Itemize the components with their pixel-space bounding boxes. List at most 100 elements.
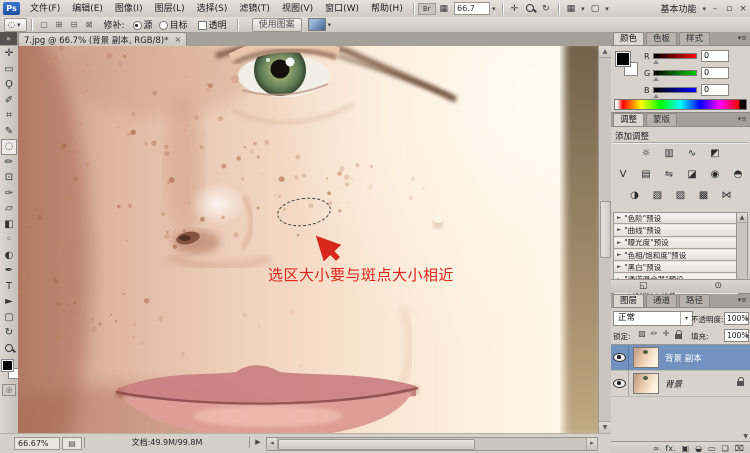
preset-exposure[interactable]: ► "曝光度"预设 (614, 237, 738, 249)
lock-pixels-icon[interactable]: ✏ (649, 329, 659, 338)
vertical-scrollbar-thumb[interactable] (600, 201, 611, 258)
intersect-selection-icon[interactable]: ⊠ (83, 18, 96, 31)
blue-value-input[interactable]: 0 (701, 84, 729, 96)
toggle-visibility-icon[interactable]: ⊙ (714, 281, 722, 291)
eraser-tool[interactable]: ▱ (1, 201, 17, 217)
layer-thumbnail[interactable] (633, 347, 659, 368)
scroll-down-icon[interactable]: ▼ (599, 421, 611, 433)
source-radio-label[interactable]: 源 (144, 18, 153, 31)
marquee-tool[interactable]: ▭ (1, 62, 17, 78)
blend-mode-select[interactable]: 正常 ▾ (613, 311, 693, 326)
pen-tool[interactable]: ✒ (1, 263, 17, 279)
panel-menu-icon[interactable]: ▾≡ (738, 115, 747, 123)
patch-tool-preset[interactable]: ◌ ▾ (4, 17, 27, 32)
clone-stamp-tool[interactable]: ⊡ (1, 170, 17, 186)
selective-color-icon[interactable]: ⋈ (718, 189, 736, 203)
zoom-level-input[interactable]: 66.7 (454, 2, 491, 15)
layer-thumbnail[interactable] (633, 373, 659, 394)
vertical-scrollbar[interactable]: ▲ ▼ (598, 46, 611, 433)
eye-icon[interactable] (613, 353, 626, 362)
chevron-down-icon[interactable]: ▾ (490, 5, 498, 13)
photo-filter-icon[interactable]: ◉ (706, 168, 724, 182)
shape-tool[interactable]: ▢ (1, 310, 17, 326)
lock-position-icon[interactable]: ✛ (661, 329, 671, 338)
horizontal-scrollbar-thumb[interactable] (278, 439, 475, 450)
transparent-checkbox[interactable] (197, 21, 207, 30)
brightness-contrast-icon[interactable]: ☼ (637, 147, 655, 161)
foreground-color-swatch[interactable] (615, 51, 631, 67)
new-group-icon[interactable]: ▭ (708, 444, 716, 453)
dodge-tool[interactable]: ◐ (1, 248, 17, 264)
chevron-down-icon[interactable]: ▾ (579, 5, 587, 13)
flyout-right-icon[interactable]: ▸ (746, 315, 749, 322)
scroll-left-icon[interactable]: ◂ (267, 438, 278, 450)
menu-image[interactable]: 图像(I) (109, 1, 149, 17)
lock-all-icon[interactable] (673, 330, 683, 339)
pattern-swatch[interactable] (307, 18, 326, 31)
black-white-icon[interactable]: ◪ (683, 168, 701, 182)
add-selection-icon[interactable]: ⊞ (53, 18, 66, 31)
zoom-tool[interactable] (1, 341, 17, 357)
visibility-cell[interactable] (611, 345, 629, 370)
menu-edit[interactable]: 编辑(E) (66, 1, 109, 17)
layer-name[interactable]: 背景 (665, 378, 682, 390)
tab-channels[interactable]: 通道 (646, 294, 678, 307)
hue-saturation-icon[interactable]: ▤ (637, 168, 655, 182)
move-tool[interactable]: ✛ (1, 46, 17, 62)
chevron-down-icon[interactable]: ▾ (603, 5, 611, 13)
color-balance-icon[interactable]: ⇋ (660, 168, 678, 182)
menu-help[interactable]: 帮助(H) (365, 1, 409, 17)
levels-icon[interactable]: ▥ (660, 147, 678, 161)
green-slider[interactable] (653, 70, 697, 81)
crop-tool[interactable]: ⌗ (1, 108, 17, 124)
menu-filter[interactable]: 滤镜(T) (233, 1, 276, 17)
transparent-checkbox-label[interactable]: 透明 (209, 18, 227, 31)
lasso-tool[interactable]: Ϙ (1, 77, 17, 93)
preset-black-white[interactable]: ► "黑白"预设 (614, 262, 738, 274)
layer-row-background[interactable]: 背景 (611, 371, 750, 397)
adjustment-layer-icon[interactable]: ◒ (695, 444, 702, 453)
quick-mask-button[interactable]: ◎ (2, 384, 16, 396)
gradient-map-icon[interactable]: ▩ (695, 189, 713, 203)
layer-style-icon[interactable]: fx. (665, 444, 675, 453)
scroll-right-icon[interactable]: ▸ (586, 438, 597, 450)
close-tab-icon[interactable]: × (174, 35, 181, 44)
patch-tool-selected[interactable]: ◌ (1, 139, 17, 155)
eyedropper-tool[interactable]: ✎ (1, 124, 17, 140)
menu-file[interactable]: 文件(F) (24, 1, 66, 17)
status-zoom-input[interactable]: 66.67% (14, 437, 60, 450)
threshold-icon[interactable]: ▨ (672, 189, 690, 203)
red-slider[interactable] (653, 53, 697, 64)
workspace-switcher[interactable]: 基本功能 (656, 2, 700, 15)
layer-row-background-copy[interactable]: 背景 副本 (611, 345, 750, 371)
bridge-icon[interactable]: Br (417, 2, 436, 15)
close-button[interactable]: × (736, 4, 750, 14)
restore-button[interactable]: ▫ (722, 4, 736, 14)
hand-tool-icon[interactable]: ✛ (507, 1, 523, 17)
status-flyout-icon[interactable]: ▶ (250, 437, 266, 448)
curves-icon[interactable]: ∿ (683, 147, 701, 161)
preset-levels[interactable]: ► "色阶"预设 (614, 213, 738, 225)
link-layers-icon[interactable]: ∞ (653, 444, 660, 453)
tab-adjustments[interactable]: 调整 (613, 113, 645, 126)
screen-mode-icon[interactable]: ▢ (587, 1, 604, 17)
exposure-icon[interactable]: ◩ (706, 147, 724, 161)
tab-paths[interactable]: 路径 (679, 294, 711, 307)
image-canvas[interactable]: 选区大小要与斑点大小相近 (18, 46, 598, 433)
channel-mixer-icon[interactable]: ◓ (729, 168, 747, 182)
gradient-tool[interactable]: ◧ (1, 217, 17, 233)
scroll-up-icon[interactable]: ▲ (737, 213, 747, 223)
path-selection-tool[interactable]: ► (1, 294, 17, 310)
invert-icon[interactable]: ◑ (626, 189, 644, 203)
new-layer-icon[interactable]: ❏ (722, 444, 729, 453)
rotate-3d-tool[interactable]: ↻ (1, 325, 17, 341)
panel-menu-icon[interactable]: ▾≡ (738, 34, 747, 42)
delete-layer-icon[interactable]: ⌧ (735, 444, 744, 453)
flyout-right-icon[interactable]: ▸ (746, 332, 749, 339)
ps-logo-icon[interactable]: Ps (3, 2, 20, 15)
chevron-down-icon[interactable]: ▾ (700, 5, 708, 13)
blur-tool[interactable]: ◦ (1, 232, 17, 248)
tab-swatches[interactable]: 色板 (646, 32, 678, 45)
new-selection-icon[interactable]: ▢ (38, 18, 51, 31)
layer-name[interactable]: 背景 副本 (665, 352, 702, 364)
